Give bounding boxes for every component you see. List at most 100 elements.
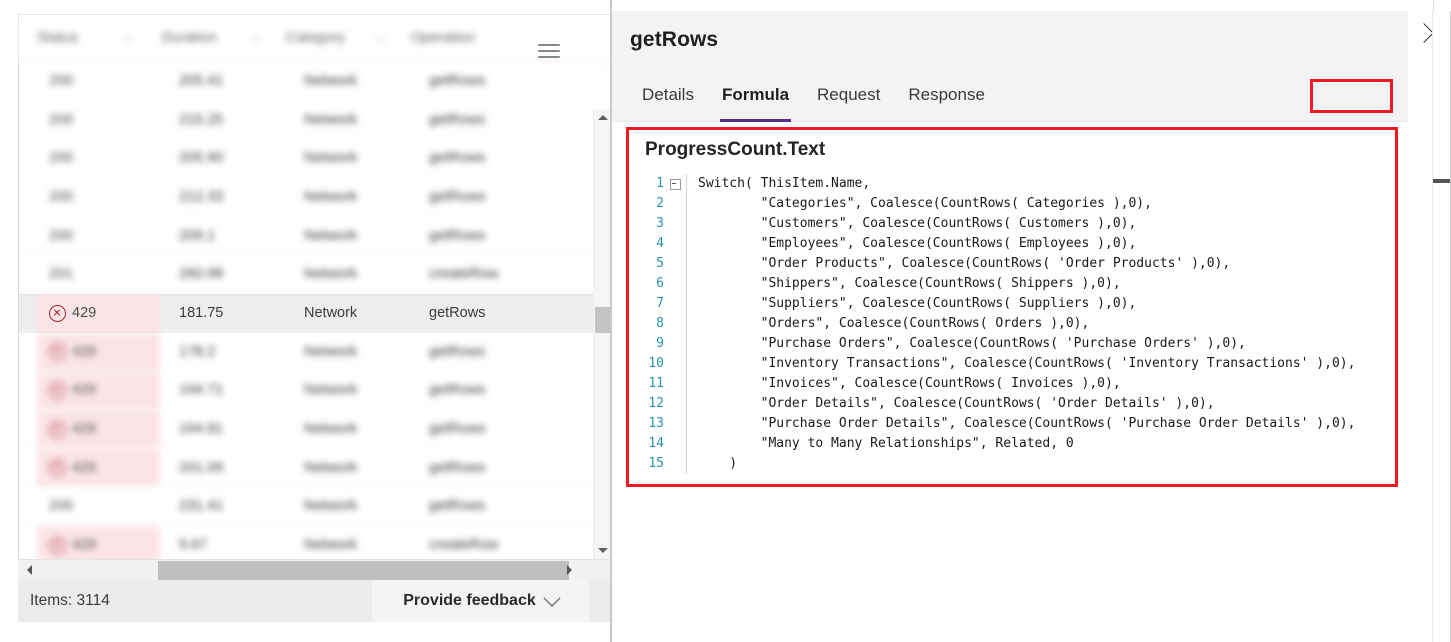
table-row[interactable]: 429 9.67 Network createRow — [19, 526, 594, 559]
formula-code-editor[interactable]: 1 Switch( ThisItem.Name, 2 "Categories", C… — [634, 174, 1390, 479]
hamburger-icon[interactable] — [538, 40, 564, 62]
tab-label: Response — [908, 85, 985, 104]
triangle-left-icon[interactable] — [20, 560, 39, 580]
status-value: 429 — [72, 343, 97, 360]
table-row[interactable]: 200 209.1 Network getRows — [19, 216, 594, 256]
cell-duration: 205.41 — [179, 72, 224, 89]
cell-operation: getRows — [429, 459, 486, 476]
chevron-down-icon — [543, 589, 561, 607]
code-fold-toggle-icon[interactable] — [664, 174, 686, 194]
column-sort-icon-category[interactable]: ◇ — [376, 31, 385, 45]
error-circle-x-icon — [49, 420, 66, 438]
grid-vertical-scrollbar[interactable] — [593, 109, 611, 559]
grid-header-row: Status ◇ Duration ◇ Category ◇ Operation — [19, 15, 611, 62]
column-sort-icon-duration[interactable]: ◇ — [251, 31, 260, 45]
triangle-up-icon[interactable] — [594, 109, 611, 126]
grid-horizontal-scrollbar[interactable] — [18, 559, 611, 580]
code-line: 13 "Purchase Order Details", Coalesce(Co… — [634, 414, 1390, 434]
table-row[interactable]: 429 181.75 Network getRows — [19, 294, 594, 333]
line-number: 14 — [648, 436, 664, 451]
code-fold-spacer — [664, 454, 686, 474]
indent-guide — [686, 214, 687, 234]
triangle-down-icon[interactable] — [594, 542, 611, 559]
tab-response[interactable]: Response — [894, 69, 999, 122]
cell-operation: getRows — [429, 111, 486, 128]
grid-rows: 200 205.41 Network getRows 200 215.25 Network g… — [19, 62, 594, 559]
provide-feedback-button[interactable]: Provide feedback — [372, 580, 589, 622]
column-header-operation[interactable]: Operation — [411, 30, 475, 46]
cell-category: Network — [304, 343, 358, 360]
table-row[interactable]: 200 215.25 Network getRows — [19, 100, 594, 140]
indent-guide — [686, 454, 687, 474]
cell-category: Network — [304, 111, 358, 128]
column-header-category[interactable]: Category — [286, 30, 345, 46]
error-circle-x-icon — [49, 381, 66, 399]
code-line: 5 "Order Products", Coalesce(CountRows( … — [634, 254, 1390, 274]
tab-bar: Details Formula Request Response — [612, 69, 1408, 122]
line-number: 8 — [656, 316, 664, 331]
table-row[interactable]: 200 212.33 Network getRows — [19, 178, 594, 217]
code-text: "Employees", Coalesce(CountRows( Employe… — [698, 236, 1137, 251]
table-row[interactable]: 200 231.41 Network getRows — [19, 487, 594, 527]
cell-status: 201 — [37, 255, 160, 293]
cell-operation: getRows — [429, 188, 486, 205]
column-header-status[interactable]: Status — [37, 30, 78, 46]
cell-operation: getRows — [429, 227, 486, 244]
line-number: 10 — [648, 356, 664, 371]
code-text: "Inventory Transactions", Coalesce(Count… — [698, 356, 1356, 371]
cell-operation: createRow — [429, 266, 499, 283]
code-text: "Categories", Coalesce(CountRows( Catego… — [698, 196, 1152, 211]
code-line: 11 "Invoices", Coalesce(CountRows( Invoi… — [634, 374, 1390, 394]
details-scrollbar-thumb[interactable] — [1433, 179, 1450, 183]
collapse-box-icon[interactable] — [669, 178, 681, 190]
details-panel-header: getRows — [612, 11, 1408, 70]
table-row[interactable]: 200 205.41 Network getRows — [19, 62, 594, 101]
hamburger-bar — [538, 56, 560, 58]
cell-duration: 181.75 — [179, 305, 224, 322]
formula-annotation-box: ProgressCount.Text 1 Switch( ThisItem.Nam… — [626, 127, 1398, 487]
table-row[interactable]: 201 260.98 Network createRow — [19, 255, 594, 295]
code-line: 7 "Suppliers", Coalesce(CountRows( Suppl… — [634, 294, 1390, 314]
cell-duration: 231.41 — [179, 498, 224, 515]
line-number: 9 — [656, 336, 664, 351]
indent-guide — [686, 394, 687, 414]
code-fold-spacer — [664, 294, 686, 314]
table-row[interactable]: 200 205.90 Network getRows — [19, 139, 594, 179]
cell-category: Network — [304, 305, 358, 322]
tab-request[interactable]: Request — [803, 69, 894, 122]
line-number: 7 — [656, 296, 664, 311]
tab-formula[interactable]: Formula — [708, 69, 803, 122]
cell-duration: 178.2 — [179, 343, 216, 360]
indent-guide — [686, 374, 687, 394]
table-row[interactable]: 429 178.2 Network getRows — [19, 332, 594, 372]
indent-guide — [686, 294, 687, 314]
indent-guide — [686, 274, 687, 294]
table-row[interactable]: 429 194.71 Network getRows — [19, 371, 594, 411]
table-row[interactable]: 429 194.81 Network getRows — [19, 410, 594, 449]
table-row[interactable]: 429 201.09 Network getRows — [19, 448, 594, 488]
vertical-scrollbar-thumb[interactable] — [595, 307, 610, 333]
cell-duration: 194.71 — [179, 382, 224, 399]
chevron-right-glyph — [1414, 23, 1434, 43]
line-number: 15 — [648, 456, 664, 471]
code-fold-spacer — [664, 274, 686, 294]
code-text: "Invoices", Coalesce(CountRows( Invoices… — [698, 376, 1121, 391]
triangle-right-icon[interactable] — [560, 560, 579, 580]
code-line: 15 ) — [634, 454, 1390, 474]
cell-operation: createRow — [429, 537, 499, 554]
details-vertical-scrollbar[interactable] — [1432, 11, 1451, 642]
code-line: 8 "Orders", Coalesce(CountRows( Orders )… — [634, 314, 1390, 334]
cell-status: 429 — [37, 295, 160, 332]
status-value: 200 — [49, 188, 74, 205]
horizontal-scrollbar-thumb[interactable] — [158, 561, 569, 580]
code-fold-spacer — [664, 434, 686, 454]
error-circle-x-icon — [49, 304, 66, 322]
column-sort-icon-status[interactable]: ◇ — [124, 31, 133, 45]
cell-status: 200 — [37, 217, 160, 255]
column-header-duration[interactable]: Duration — [162, 30, 217, 46]
tab-details[interactable]: Details — [628, 69, 708, 122]
cell-status: 429 — [37, 526, 160, 559]
cell-operation: getRows — [429, 343, 486, 360]
cell-operation: getRows — [429, 382, 486, 399]
cell-duration: 209.1 — [179, 227, 216, 244]
